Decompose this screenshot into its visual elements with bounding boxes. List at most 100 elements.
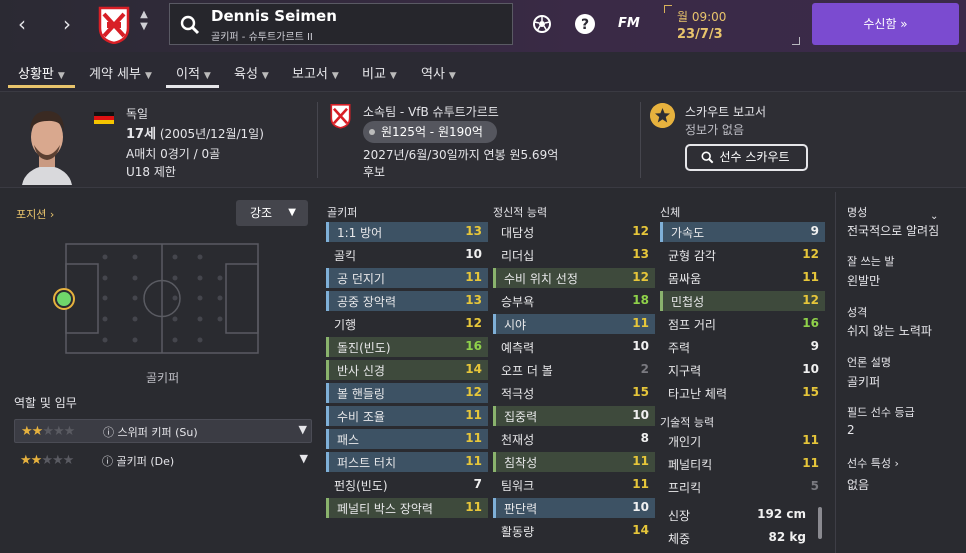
attribute-name: 팀워크 xyxy=(501,479,535,493)
divider xyxy=(317,102,318,178)
attribute-name: 집중력 xyxy=(504,410,538,424)
attribute-value: 11 xyxy=(802,433,819,447)
attribute-value: 9 xyxy=(810,224,819,238)
attribute-name: 펀칭(빈도) xyxy=(334,479,388,493)
attributes-scrollbar[interactable] xyxy=(818,507,822,539)
attribute-row[interactable]: 퍼스트 터치 11 xyxy=(326,452,488,472)
highlight-select[interactable]: 강조 ▼ xyxy=(236,200,308,226)
attribute-row[interactable]: 공 던지기 11 xyxy=(326,268,488,288)
attribute-name: 반사 신경 xyxy=(337,364,385,378)
attribute-row[interactable]: 적극성 15 xyxy=(493,383,655,403)
role-name: ⓘ 스위퍼 키퍼 (Su) xyxy=(103,426,198,439)
back-button[interactable]: ‹ xyxy=(11,12,33,36)
attribute-row[interactable]: 주력 9 xyxy=(660,337,825,357)
attribute-row[interactable]: 몸싸움 11 xyxy=(660,268,825,288)
scout-player-button[interactable]: 선수 스카우트 xyxy=(685,144,808,171)
attribute-row[interactable]: 대담성 12 xyxy=(493,222,655,242)
attribute-row[interactable]: 활동량 14 xyxy=(493,521,655,541)
attribute-row[interactable]: 페널티킥 11 xyxy=(660,454,825,474)
attribute-row[interactable]: 예측력 10 xyxy=(493,337,655,357)
attribute-row[interactable]: 페널티 박스 장악력 11 xyxy=(326,498,488,518)
attribute-row[interactable]: 시야 11 xyxy=(493,314,655,334)
positions-link[interactable]: 포지션 › xyxy=(16,206,54,222)
attribute-row[interactable]: 균형 감각 12 xyxy=(660,245,825,265)
date-day: 23/7/3 xyxy=(677,27,723,42)
attribute-row[interactable]: 기행 12 xyxy=(326,314,488,334)
attribute-row[interactable]: 침착성 11 xyxy=(493,452,655,472)
inbox-button[interactable]: 수신함 » xyxy=(812,3,959,45)
attribute-row[interactable]: 천재성 8 xyxy=(493,429,655,449)
attribute-row[interactable]: 개인기 11 xyxy=(660,431,825,451)
attribute-row[interactable]: 집중력 10 xyxy=(493,406,655,426)
attribute-row[interactable]: 펀칭(빈도) 7 xyxy=(326,475,488,495)
attribute-name: 가속도 xyxy=(671,226,705,240)
role-row[interactable]: ★★★★★ ⓘ 스위퍼 키퍼 (Su) ▼ xyxy=(14,419,312,443)
ball-icon[interactable] xyxy=(531,13,553,35)
outfield-rating-label: 필드 선수 등급 xyxy=(847,406,915,419)
tab-overview[interactable]: 상황판 ▼ xyxy=(18,63,65,82)
nationality[interactable]: 독일 xyxy=(126,105,148,122)
attribute-row[interactable]: 승부욕 18 xyxy=(493,291,655,311)
role-row[interactable]: ★★★★★ ⓘ 골키퍼 (De) ▼ xyxy=(14,449,312,473)
attribute-row[interactable]: 팀워크 11 xyxy=(493,475,655,495)
transfer-value[interactable]: 원125억 - 원190억 xyxy=(363,121,497,143)
attribute-row[interactable]: 골킥 10 xyxy=(326,245,488,265)
tab-reports[interactable]: 보고서 ▼ xyxy=(292,63,339,82)
attribute-row[interactable]: 프리킥 5 xyxy=(660,477,825,497)
attribute-value: 2 xyxy=(640,362,649,376)
attribute-value: 8 xyxy=(640,431,649,445)
attribute-name: 리더십 xyxy=(501,249,535,263)
attribute-row[interactable]: 타고난 체력 15 xyxy=(660,383,825,403)
tab-development[interactable]: 육성 ▼ xyxy=(234,63,269,82)
personality-value[interactable]: 쉬지 않는 노력파 xyxy=(847,322,932,339)
tab-transfer[interactable]: 이적 ▼ xyxy=(176,63,211,82)
chevron-down-icon[interactable]: ⌄ xyxy=(930,211,938,222)
player-traits-link[interactable]: 선수 특성 › xyxy=(847,455,899,471)
attribute-row[interactable]: 볼 핸들링 12 xyxy=(326,383,488,403)
attribute-value: 10 xyxy=(632,408,649,422)
international-caps: A매치 0경기 / 0골 xyxy=(126,147,221,161)
attribute-value: 9 xyxy=(810,339,819,353)
attribute-value: 13 xyxy=(632,247,649,261)
help-icon[interactable]: ? xyxy=(574,13,596,35)
club-name[interactable]: 소속팀 - VfB 슈투트가르트 xyxy=(363,103,499,120)
youth-eligibility: U18 제한 xyxy=(126,165,176,179)
tab-compare[interactable]: 비교 ▼ xyxy=(362,63,397,82)
attribute-row[interactable]: 점프 거리 16 xyxy=(660,314,825,334)
forward-button[interactable]: › xyxy=(56,12,78,36)
club-crest-icon[interactable] xyxy=(98,6,130,44)
attribute-row[interactable]: 1:1 방어 13 xyxy=(326,222,488,242)
attribute-value: 16 xyxy=(802,316,819,330)
reputation-label: 명성 xyxy=(847,206,868,219)
attribute-row[interactable]: 수비 위치 선정 12 xyxy=(493,268,655,288)
attribute-row[interactable]: 가속도 9 xyxy=(660,222,825,242)
attribute-row[interactable]: 판단력 10 xyxy=(493,498,655,518)
star-icon xyxy=(650,103,675,128)
attribute-value: 12 xyxy=(632,224,649,238)
attribute-row[interactable]: 지구력 10 xyxy=(660,360,825,380)
player-switch-arrows[interactable]: ▲ ▼ xyxy=(137,9,151,39)
attribute-row[interactable]: 돌진(빈도) 16 xyxy=(326,337,488,357)
attribute-value: 11 xyxy=(465,408,482,422)
attribute-row[interactable]: 공중 장악력 13 xyxy=(326,291,488,311)
game-date[interactable]: 월 09:00 23/7/3 xyxy=(664,5,800,45)
tab-history[interactable]: 역사 ▼ xyxy=(421,63,456,82)
attribute-row[interactable]: 민첩성 12 xyxy=(660,291,825,311)
fm-menu-button[interactable]: FM xyxy=(618,16,640,31)
attribute-row[interactable]: 리더십 13 xyxy=(493,245,655,265)
goalkeeper-position-marker[interactable] xyxy=(52,287,76,311)
tab-contract[interactable]: 계약 세부 ▼ xyxy=(89,63,152,82)
squad-status: 후보 xyxy=(363,165,386,179)
attribute-row[interactable]: 수비 조율 11 xyxy=(326,406,488,426)
personality-label: 성격 xyxy=(847,306,868,319)
attribute-value: 11 xyxy=(465,270,482,284)
player-name: Dennis Seimen xyxy=(211,7,337,25)
attribute-row[interactable]: 패스 11 xyxy=(326,429,488,449)
attribute-row[interactable]: 반사 신경 14 xyxy=(326,360,488,380)
chevron-down-icon[interactable]: ▼ xyxy=(300,452,308,465)
player-search-box[interactable]: Dennis Seimen 골키퍼 - 슈투트가르트 II xyxy=(169,3,513,45)
attribute-name: 예측력 xyxy=(501,341,535,355)
attribute-name: 오프 더 볼 xyxy=(501,364,553,378)
chevron-down-icon[interactable]: ▼ xyxy=(299,423,307,436)
attribute-row[interactable]: 오프 더 볼 2 xyxy=(493,360,655,380)
